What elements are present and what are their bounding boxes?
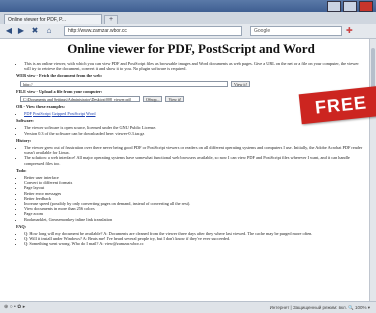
browser-window: Online viewer for PDF, P... + ◀ ▶ ✖ ⌂ ht…: [0, 0, 376, 313]
faq-item: Q: Something went wrong. Who do I mail? …: [24, 241, 366, 246]
url-input[interactable]: http://: [20, 80, 228, 87]
status-bar: ⊕ ○ • ✿ ▸ Интернет | Защищенный режим: в…: [0, 301, 376, 313]
todo-item: Bookmarklet, Greasemonkey inline link tr…: [24, 217, 366, 222]
tab-bar: Online viewer for PDF, P... +: [0, 12, 376, 25]
history-heading: History:: [16, 137, 32, 143]
web-view-heading: WEB view - Fetch the document from the w…: [16, 73, 103, 79]
maximize-button[interactable]: [343, 1, 357, 12]
stop-icon[interactable]: ✖: [30, 26, 40, 36]
address-bar[interactable]: http://www.zamzar.wbor.cc: [64, 26, 242, 36]
view-it-button-2[interactable]: View it!: [165, 95, 185, 102]
file-path-input[interactable]: C:\Documents and Settings\Administrator\…: [20, 95, 140, 102]
todo-heading: Todo:: [16, 167, 27, 173]
document: Online viewer for PDF, PostScript and Wo…: [16, 39, 366, 249]
window-controls: [327, 1, 373, 12]
software-list: The viewer software is open source, lice…: [16, 125, 366, 135]
zoom-status[interactable]: Интернет | Защищенный режим: вкл. 🔍 100%…: [270, 304, 370, 311]
back-icon[interactable]: ◀: [4, 26, 14, 36]
minimize-button[interactable]: [327, 1, 341, 12]
intro-list: This is an online viewer, with which you…: [16, 61, 366, 71]
navigation-toolbar: ◀ ▶ ✖ ⌂ http://www.zamzar.wbor.cc Google…: [0, 24, 376, 39]
faq-list: Q: How long will my document be availabl…: [16, 231, 366, 247]
search-input[interactable]: Google: [250, 26, 342, 36]
example-link-postscript[interactable]: PostScript: [33, 111, 51, 116]
page-body: This is an online viewer, with which you…: [16, 61, 366, 247]
intro-text: This is an online viewer, with which you…: [24, 61, 366, 71]
todo-list: Better user interface Convert to differe…: [16, 175, 366, 222]
example-link-gzipped[interactable]: Gzipped PostScript: [52, 111, 85, 116]
history-list: The viewer grew out of frustration over …: [16, 145, 366, 166]
window-titlebar: [0, 0, 376, 12]
software-item: Version 0.3 of the software can be downl…: [24, 131, 366, 136]
tools-icon[interactable]: ✚: [346, 26, 353, 36]
example-link-pdf[interactable]: PDF: [24, 111, 32, 116]
history-item: The solution: a web interface! All major…: [24, 155, 366, 165]
browse-button[interactable]: Обзор...: [143, 95, 163, 102]
page-title: Online viewer for PDF, PostScript and Wo…: [67, 41, 315, 56]
faq-heading: FAQ:: [16, 223, 27, 229]
close-button[interactable]: [359, 1, 373, 12]
example-link-word[interactable]: Word: [86, 111, 95, 116]
forward-icon[interactable]: ▶: [16, 26, 26, 36]
web-view-form: http:// View it!: [20, 80, 366, 87]
status-icons: ⊕ ○ • ✿ ▸: [4, 304, 26, 310]
view-it-button[interactable]: View it!: [231, 80, 250, 87]
page-content: Online viewer for PDF, PostScript and Wo…: [0, 39, 376, 301]
tab-active[interactable]: Online viewer for PDF, P...: [4, 14, 102, 24]
home-icon[interactable]: ⌂: [44, 26, 54, 36]
history-item: The viewer grew out of frustration over …: [24, 145, 366, 155]
